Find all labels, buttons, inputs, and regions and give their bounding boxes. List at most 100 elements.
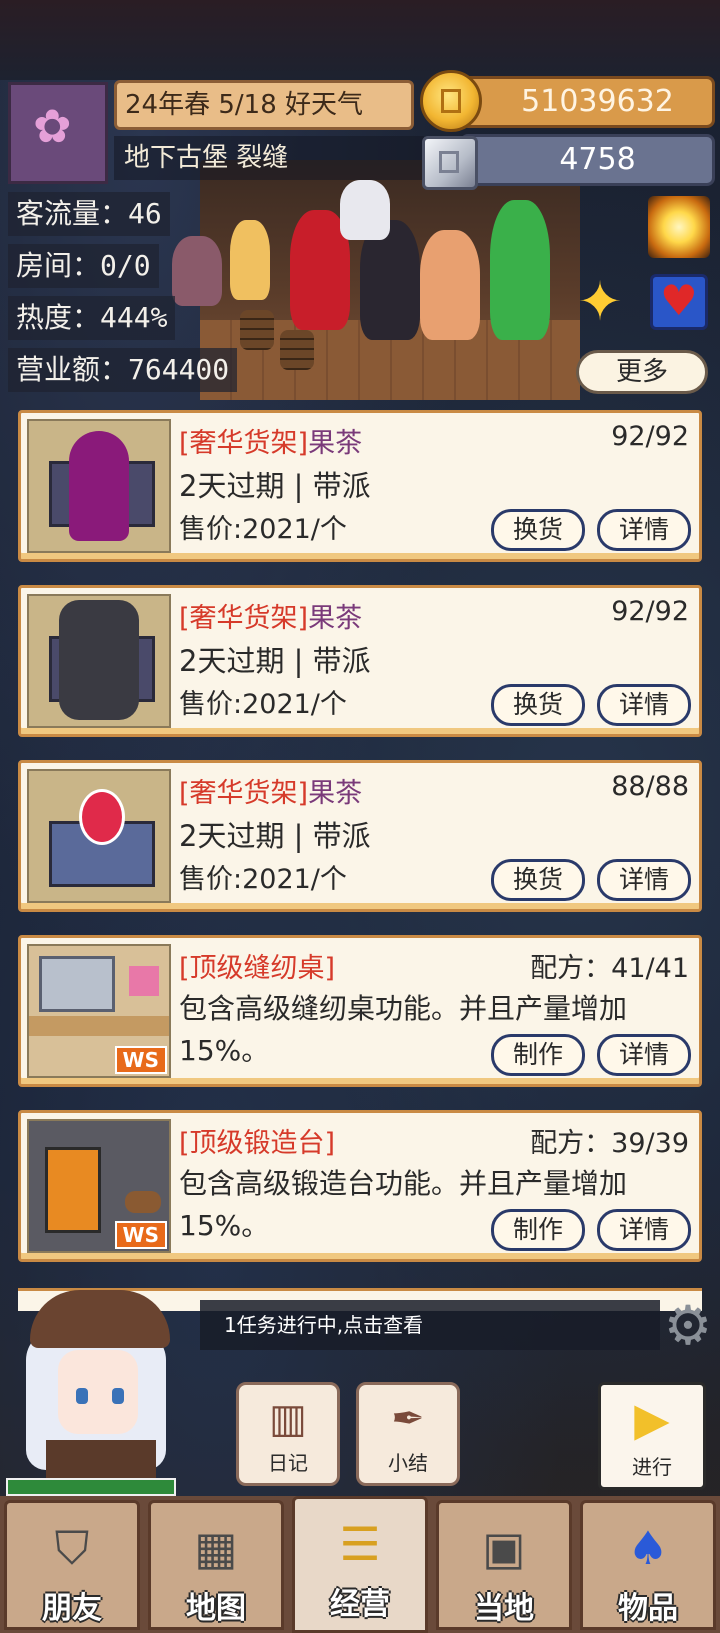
- nav-label: 朋友: [42, 1591, 102, 1626]
- portrait-face: [58, 1350, 138, 1434]
- heart-icon: ♥: [660, 276, 698, 325]
- workbench-card[interactable]: WS [顶级缝纫桌] 配方：41/41 包含高级缝纫桌功能。并且产量增加15%。…: [18, 935, 702, 1087]
- proceed-label: 进行: [632, 1455, 672, 1479]
- sparkle-icon[interactable]: ✦: [570, 272, 630, 332]
- shelf-card[interactable]: [奢华货架]果茶 88/88 2天过期 | 带派 售价:2021/个 换货 详情: [18, 760, 702, 912]
- coins-icon: ☰: [339, 1517, 381, 1571]
- quill-icon: ✒: [391, 1396, 425, 1442]
- bag-icon: ♠: [627, 1521, 669, 1575]
- map-icon: ▦: [194, 1521, 238, 1575]
- portrait-eye: [112, 1388, 124, 1404]
- item-name: [奢华货架]果茶: [179, 596, 362, 635]
- details-button[interactable]: 详情: [597, 509, 691, 551]
- item-tag: [奢华货架]: [179, 603, 309, 634]
- background-top: [0, 0, 720, 80]
- more-button[interactable]: 更多: [576, 350, 708, 394]
- item-count: 92/92: [611, 421, 689, 452]
- nav-tab-items[interactable]: ♠ 物品: [580, 1500, 716, 1630]
- customer-sprite-green: [490, 200, 550, 340]
- item-name: [奢华货架]果茶: [179, 771, 362, 810]
- item-count: 88/88: [611, 771, 689, 802]
- gold-coin-icon: [420, 70, 482, 132]
- heart-button[interactable]: ♥: [650, 274, 708, 330]
- location-label: 地下古堡 裂缝: [114, 136, 424, 180]
- date-weather: 24年春 5/18 好天气: [114, 80, 414, 130]
- item-price: 售价:2021/个: [179, 864, 347, 895]
- task-notice[interactable]: 1任务进行中,点击查看: [200, 1300, 660, 1350]
- item-tag: [奢华货架]: [179, 778, 309, 809]
- gem-counter: 4758: [460, 134, 715, 186]
- portrait-hat: [30, 1290, 170, 1348]
- ws-badge: WS: [114, 1046, 167, 1074]
- nav-label: 经营: [330, 1587, 390, 1622]
- nav-label: 当地: [474, 1591, 534, 1626]
- details-button[interactable]: 详情: [597, 1209, 691, 1251]
- nav-tab-business[interactable]: ☰ 经营: [292, 1496, 428, 1633]
- sun-weather-icon[interactable]: [648, 196, 710, 258]
- gem-icon: [422, 136, 478, 190]
- ws-badge: WS: [114, 1221, 167, 1249]
- swap-goods-button[interactable]: 换货: [491, 684, 585, 726]
- swap-goods-button[interactable]: 换货: [491, 509, 585, 551]
- item-name: [顶级缝纫桌]: [179, 946, 335, 985]
- health-bar: [6, 1478, 176, 1496]
- shelf-thumbnail: [27, 419, 171, 553]
- item-expiry: 2天过期 | 带派: [179, 644, 371, 678]
- summary-label: 小结: [388, 1451, 428, 1475]
- customer-sprite-pink: [172, 236, 222, 306]
- shop-scene[interactable]: [200, 160, 580, 400]
- recipe-count: 配方：41/41: [530, 953, 689, 984]
- shelf-thumbnail: [27, 594, 171, 728]
- nav-tab-friends[interactable]: ⛉ 朋友: [4, 1500, 140, 1630]
- barrel: [280, 330, 314, 370]
- character-portrait[interactable]: [6, 1290, 176, 1490]
- craft-button[interactable]: 制作: [491, 1209, 585, 1251]
- summary-button[interactable]: ✒ 小结: [356, 1382, 460, 1486]
- shelf-card[interactable]: [奢华货架]果茶 92/92 2天过期 | 带派 售价:2021/个 换货 详情: [18, 585, 702, 737]
- item-expiry: 2天过期 | 带派: [179, 819, 371, 853]
- nav-label: 物品: [618, 1591, 678, 1626]
- barrel: [240, 310, 274, 350]
- customer-sprite-blonde: [230, 220, 270, 300]
- portrait-eye: [76, 1388, 88, 1404]
- stat-rooms: 房间：0/0: [8, 244, 159, 288]
- item-name: [奢华货架]果茶: [179, 421, 362, 460]
- nav-label: 地图: [186, 1591, 246, 1626]
- customer-sprite-white: [340, 180, 390, 240]
- nav-tab-map[interactable]: ▦ 地图: [148, 1500, 284, 1630]
- book-icon: ▥: [269, 1396, 307, 1442]
- workbench-thumbnail: WS: [27, 944, 171, 1078]
- item-title: 果茶: [308, 428, 363, 459]
- shelf-thumbnail: [27, 769, 171, 903]
- nav-tab-local[interactable]: ▣ 当地: [436, 1500, 572, 1630]
- shield-icon: ⛉: [54, 1521, 90, 1575]
- stat-customer-flow: 客流量：46: [8, 192, 170, 236]
- details-button[interactable]: 详情: [597, 684, 691, 726]
- shop-avatar[interactable]: ✿: [8, 82, 108, 184]
- diary-button[interactable]: ▥ 日记: [236, 1382, 340, 1486]
- stat-revenue: 营业额：764400: [8, 348, 238, 392]
- swap-goods-button[interactable]: 换货: [491, 859, 585, 901]
- proceed-button[interactable]: ▶ 进行: [598, 1382, 706, 1490]
- customer-sprite-orange: [420, 230, 480, 340]
- shelf-card[interactable]: [奢华货架]果茶 92/92 2天过期 | 带派 售价:2021/个 换货 详情: [18, 410, 702, 562]
- item-name: [顶级锻造台]: [179, 1121, 335, 1160]
- details-button[interactable]: 详情: [597, 1034, 691, 1076]
- item-price: 售价:2021/个: [179, 689, 347, 720]
- workbench-card[interactable]: WS [顶级锻造台] 配方：39/39 包含高级锻造台功能。并且产量增加15%。…: [18, 1110, 702, 1262]
- item-tag: [奢华货架]: [179, 428, 309, 459]
- gear-icon[interactable]: ⚙: [660, 1298, 716, 1354]
- item-count: 92/92: [611, 596, 689, 627]
- item-title: 果茶: [308, 603, 363, 634]
- stat-heat: 热度：444%: [8, 296, 176, 340]
- workbench-thumbnail: WS: [27, 1119, 171, 1253]
- flower-icon: ✿: [33, 99, 72, 153]
- details-button[interactable]: 详情: [597, 859, 691, 901]
- item-expiry: 2天过期 | 带派: [179, 469, 371, 503]
- item-tag: [顶级缝纫桌]: [179, 953, 336, 984]
- craft-button[interactable]: 制作: [491, 1034, 585, 1076]
- item-price: 售价:2021/个: [179, 514, 347, 545]
- play-icon: ▶: [634, 1392, 670, 1446]
- item-title: 果茶: [308, 778, 363, 809]
- gold-counter: 51039632: [460, 76, 715, 128]
